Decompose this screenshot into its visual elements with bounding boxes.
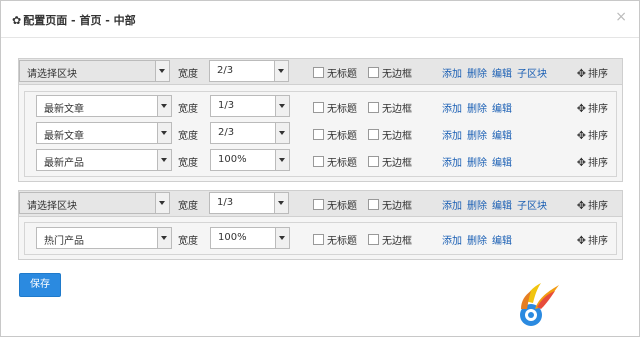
width-label: 宽度 <box>178 158 198 169</box>
chevron-down-icon <box>157 150 171 170</box>
row-actions: 添加 删除 编辑 <box>442 232 517 247</box>
no-title-checkbox[interactable]: 无标题 <box>313 232 357 247</box>
watermark-logo-icon <box>520 283 559 326</box>
chevron-down-icon <box>275 96 289 116</box>
no-border-checkbox[interactable]: 无边框 <box>368 127 412 142</box>
move-icon: ✥ <box>576 156 586 169</box>
block-select[interactable]: 请选择区块 <box>19 192 170 214</box>
add-link[interactable]: 添加 <box>442 158 462 169</box>
no-border-checkbox[interactable]: 无边框 <box>368 197 412 212</box>
child-list: 最新文章 宽度 1/3 无标题 无边框 添加 删除 编辑 ✥ 排序 最新文章 宽度 2… <box>24 91 617 177</box>
add-link[interactable]: 添加 <box>442 104 462 115</box>
no-title-checkbox[interactable]: 无标题 <box>313 197 357 212</box>
row-actions: 添加 删除 编辑 <box>442 100 517 115</box>
chevron-down-icon <box>274 193 288 213</box>
sort-handle[interactable]: ✥ 排序 <box>577 127 608 142</box>
width-select[interactable]: 1/3 <box>210 95 290 117</box>
width-label: 宽度 <box>178 69 198 80</box>
child-row: 热门产品 宽度 100% 无标题 无边框 添加 删除 编辑 ✥ 排序 <box>25 226 616 251</box>
width-select[interactable]: 2/3 <box>210 122 290 144</box>
move-icon: ✥ <box>576 129 586 142</box>
delete-link[interactable]: 删除 <box>467 69 487 80</box>
block-actions: 添加 删除 编辑 子区块 <box>442 65 552 80</box>
module-select[interactable]: 热门产品 <box>36 227 172 249</box>
edit-link[interactable]: 编辑 <box>492 131 512 142</box>
module-select[interactable]: 最新文章 <box>36 95 172 117</box>
no-border-checkbox[interactable]: 无边框 <box>368 65 412 80</box>
config-dialog: ✿ 配置页面 - 首页 - 中部 × 请选择区块 宽度 2/3 无标题 无边框 添… <box>0 0 640 337</box>
sub-block-link[interactable]: 子区块 <box>517 201 547 212</box>
sub-block-link[interactable]: 子区块 <box>517 69 547 80</box>
chevron-down-icon <box>157 96 171 116</box>
sort-handle[interactable]: ✥ 排序 <box>577 232 608 247</box>
add-link[interactable]: 添加 <box>442 131 462 142</box>
width-select[interactable]: 100% <box>210 227 290 249</box>
chevron-down-icon <box>274 61 288 81</box>
no-title-checkbox[interactable]: 无标题 <box>313 100 357 115</box>
sort-handle[interactable]: ✥ 排序 <box>577 100 608 115</box>
width-label: 宽度 <box>178 131 198 142</box>
add-link[interactable]: 添加 <box>442 201 462 212</box>
no-border-checkbox[interactable]: 无边框 <box>368 100 412 115</box>
sort-handle[interactable]: ✥ 排序 <box>577 154 608 169</box>
delete-link[interactable]: 删除 <box>467 104 487 115</box>
save-button[interactable]: 保存 <box>19 273 61 297</box>
move-icon: ✥ <box>576 102 586 115</box>
add-link[interactable]: 添加 <box>442 69 462 80</box>
edit-link[interactable]: 编辑 <box>492 201 512 212</box>
dialog-title: ✿ 配置页面 - 首页 - 中部 <box>12 12 136 28</box>
child-row: 最新文章 宽度 2/3 无标题 无边框 添加 删除 编辑 ✥ 排序 <box>25 121 616 146</box>
sort-handle[interactable]: ✥ 排序 <box>577 197 608 212</box>
delete-link[interactable]: 删除 <box>467 236 487 247</box>
block-group-2: 请选择区块 宽度 1/3 无标题 无边框 添加 删除 编辑 子区块 ✥ 排序 热门产品 … <box>18 190 623 260</box>
child-row: 最新文章 宽度 1/3 无标题 无边框 添加 删除 编辑 ✥ 排序 <box>25 94 616 119</box>
no-title-checkbox[interactable]: 无标题 <box>313 65 357 80</box>
delete-link[interactable]: 删除 <box>467 201 487 212</box>
block-row: 请选择区块 宽度 1/3 无标题 无边框 添加 删除 编辑 子区块 ✥ 排序 <box>19 191 622 217</box>
child-row: 最新产品 宽度 100% 无标题 无边框 添加 删除 编辑 ✥ 排序 <box>25 148 616 173</box>
block-select[interactable]: 请选择区块 <box>19 60 170 82</box>
width-label: 宽度 <box>178 236 198 247</box>
chevron-down-icon <box>157 228 171 248</box>
width-select[interactable]: 2/3 <box>209 60 289 82</box>
edit-link[interactable]: 编辑 <box>492 158 512 169</box>
dialog-header: ✿ 配置页面 - 首页 - 中部 × <box>1 1 639 38</box>
delete-link[interactable]: 删除 <box>467 158 487 169</box>
move-icon: ✥ <box>576 234 586 247</box>
chevron-down-icon <box>155 193 169 213</box>
edit-link[interactable]: 编辑 <box>492 236 512 247</box>
width-select[interactable]: 1/3 <box>209 192 289 214</box>
edit-link[interactable]: 编辑 <box>492 104 512 115</box>
gear-icon: ✿ <box>12 14 22 27</box>
width-select[interactable]: 100% <box>210 149 290 171</box>
no-border-checkbox[interactable]: 无边框 <box>368 154 412 169</box>
chevron-down-icon <box>155 61 169 81</box>
dialog-title-text: 配置页面 - 首页 - 中部 <box>23 14 136 27</box>
move-icon: ✥ <box>576 199 586 212</box>
edit-link[interactable]: 编辑 <box>492 69 512 80</box>
chevron-down-icon <box>275 228 289 248</box>
chevron-down-icon <box>157 123 171 143</box>
close-icon[interactable]: × <box>615 9 627 25</box>
delete-link[interactable]: 删除 <box>467 131 487 142</box>
block-group-1: 请选择区块 宽度 2/3 无标题 无边框 添加 删除 编辑 子区块 ✥ 排序 最新文章 … <box>18 58 623 182</box>
sort-handle[interactable]: ✥ 排序 <box>577 65 608 80</box>
module-select[interactable]: 最新文章 <box>36 122 172 144</box>
child-list: 热门产品 宽度 100% 无标题 无边框 添加 删除 编辑 ✥ 排序 <box>24 222 617 255</box>
chevron-down-icon <box>275 123 289 143</box>
move-icon: ✥ <box>576 67 586 80</box>
chevron-down-icon <box>275 150 289 170</box>
no-title-checkbox[interactable]: 无标题 <box>313 127 357 142</box>
width-label: 宽度 <box>178 201 198 212</box>
row-actions: 添加 删除 编辑 <box>442 154 517 169</box>
block-actions: 添加 删除 编辑 子区块 <box>442 197 552 212</box>
block-row: 请选择区块 宽度 2/3 无标题 无边框 添加 删除 编辑 子区块 ✥ 排序 <box>19 59 622 85</box>
module-select[interactable]: 最新产品 <box>36 149 172 171</box>
no-title-checkbox[interactable]: 无标题 <box>313 154 357 169</box>
width-label: 宽度 <box>178 104 198 115</box>
add-link[interactable]: 添加 <box>442 236 462 247</box>
row-actions: 添加 删除 编辑 <box>442 127 517 142</box>
no-border-checkbox[interactable]: 无边框 <box>368 232 412 247</box>
